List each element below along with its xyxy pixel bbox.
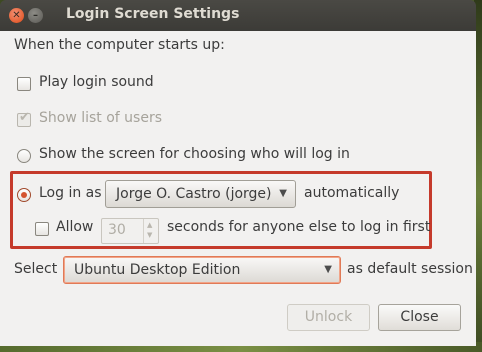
automatically-label: automatically bbox=[304, 185, 400, 201]
select-label: Select bbox=[14, 261, 58, 277]
allow-checkbox[interactable] bbox=[35, 222, 49, 236]
seconds-spinbutton[interactable]: 30 ▲ ▼ bbox=[101, 218, 159, 244]
session-select-value: Ubuntu Desktop Edition bbox=[74, 262, 241, 278]
session-select[interactable]: Ubuntu Desktop Edition ▼ bbox=[63, 256, 341, 284]
close-window-icon[interactable]: ✕ bbox=[9, 8, 24, 23]
play-sound-checkbox[interactable] bbox=[17, 77, 31, 91]
titlebar: ✕ – Login Screen Settings bbox=[0, 0, 476, 31]
play-sound-label[interactable]: Play login sound bbox=[39, 74, 154, 90]
unlock-button[interactable]: Unlock bbox=[287, 304, 370, 331]
window-title: Login Screen Settings bbox=[66, 6, 240, 22]
dropdown-arrow-icon: ▼ bbox=[279, 188, 287, 199]
checkmark-icon: ✔ bbox=[19, 110, 30, 125]
dropdown-arrow-icon: ▼ bbox=[324, 264, 332, 275]
login-as-radio[interactable] bbox=[17, 188, 31, 202]
login-as-label[interactable]: Log in as bbox=[39, 185, 102, 201]
minimize-window-icon[interactable]: – bbox=[28, 8, 43, 23]
show-screen-label[interactable]: Show the screen for choosing who will lo… bbox=[39, 146, 350, 162]
section-heading: When the computer starts up: bbox=[14, 37, 225, 53]
show-screen-radio[interactable] bbox=[17, 149, 31, 163]
dialog-body: When the computer starts up: Play login … bbox=[0, 31, 476, 346]
seconds-suffix-label: seconds for anyone else to log in first bbox=[167, 219, 431, 235]
allow-label[interactable]: Allow bbox=[56, 219, 93, 235]
user-select[interactable]: Jorge O. Castro (jorge) ▼ bbox=[105, 180, 296, 208]
spin-down-icon[interactable]: ▼ bbox=[147, 231, 152, 239]
seconds-value: 30 bbox=[108, 222, 126, 238]
default-session-label: as default session bbox=[347, 261, 473, 277]
login-settings-window: ✕ – Login Screen Settings When the compu… bbox=[0, 0, 476, 346]
close-button[interactable]: Close bbox=[378, 304, 461, 331]
show-users-checkbox: ✔ bbox=[17, 110, 31, 127]
spin-arrows[interactable]: ▲ ▼ bbox=[143, 219, 158, 243]
spin-up-icon[interactable]: ▲ bbox=[147, 221, 152, 229]
user-select-value: Jorge O. Castro (jorge) bbox=[116, 186, 272, 202]
show-users-label: Show list of users bbox=[39, 110, 163, 126]
radio-selected-dot bbox=[21, 192, 27, 198]
